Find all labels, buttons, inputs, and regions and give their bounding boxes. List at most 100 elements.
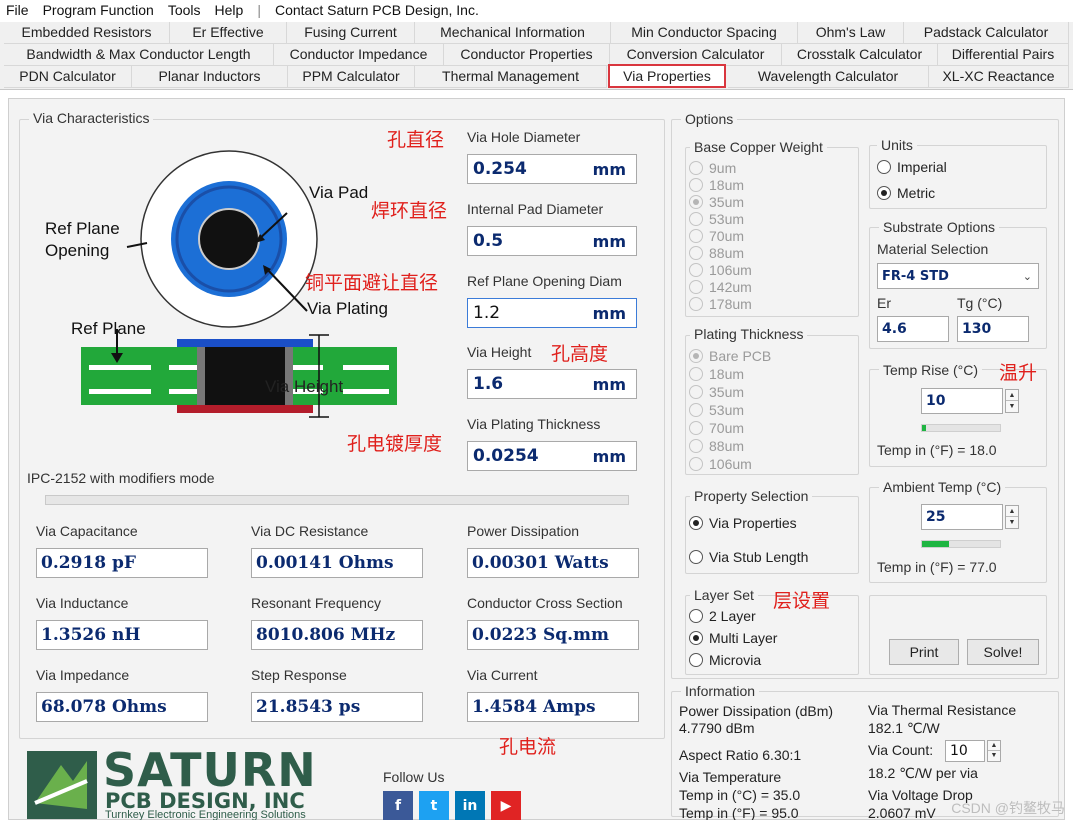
tab-planar-inductors[interactable]: Planar Inductors (132, 66, 288, 88)
via-pad-label: Via Pad (309, 183, 369, 202)
tab-thermal-management[interactable]: Thermal Management (415, 66, 607, 88)
copper-35um-radio[interactable]: 35um (689, 194, 744, 210)
tab-conductor-impedance[interactable]: Conductor Impedance (274, 44, 444, 66)
radio-dot (689, 631, 703, 645)
spin-up-icon[interactable]: ▲ (1006, 390, 1018, 401)
plating-88um-radio[interactable]: 88um (689, 438, 744, 454)
copper-70um-radio[interactable]: 70um (689, 228, 744, 244)
radio-dot (689, 516, 703, 530)
copper-142um-radio[interactable]: 142um (689, 279, 752, 295)
via-temperature-label: Via Temperature (679, 769, 782, 785)
tab-padstack-calculator[interactable]: Padstack Calculator (904, 22, 1069, 44)
via-count-spinner[interactable]: ▲ ▼ (987, 740, 1001, 762)
radio-dot (689, 297, 703, 311)
information-title: Information (681, 683, 760, 699)
menu-program-function[interactable]: Program Function (43, 2, 154, 18)
microvia-radio[interactable]: Microvia (689, 652, 761, 668)
temp-rise-spinner[interactable]: ▲ ▼ (1005, 389, 1019, 413)
via-current-value: 1.4584 Amps (467, 692, 639, 722)
tab-mechanical-information[interactable]: Mechanical Information (415, 22, 611, 44)
plane-line (343, 389, 389, 394)
note-hole-diameter: 孔直径 (387, 129, 445, 151)
multi-layer-radio[interactable]: Multi Layer (689, 630, 777, 646)
copper-88um-radio[interactable]: 88um (689, 245, 744, 261)
tab-conductor-properties[interactable]: Conductor Properties (444, 44, 610, 66)
tab-min-conductor-spacing[interactable]: Min Conductor Spacing (611, 22, 798, 44)
tab-embedded-resistors[interactable]: Embedded Resistors (4, 22, 170, 44)
spin-up-icon[interactable]: ▲ (988, 741, 1000, 751)
copper-178um-radio[interactable]: 178um (689, 296, 752, 312)
two-layer-radio[interactable]: 2 Layer (689, 608, 756, 624)
via-height-input[interactable]: 1.6 mm (467, 369, 637, 399)
menu-tools[interactable]: Tools (168, 2, 201, 18)
note-temp-rise: 温升 (999, 362, 1038, 384)
copper-18um-radio[interactable]: 18um (689, 177, 744, 193)
spin-up-icon[interactable]: ▲ (1006, 506, 1018, 517)
radio-dot (689, 385, 703, 399)
via-properties-radio[interactable]: Via Properties (689, 515, 797, 531)
radio-label: Multi Layer (709, 630, 778, 646)
plating-53um-radio[interactable]: 53um (689, 402, 744, 418)
internal-pad-diameter-input[interactable]: 0.5 mm (467, 226, 637, 256)
plating-70um-radio[interactable]: 70um (689, 420, 744, 436)
radio-label: 178um (709, 296, 752, 312)
via-height-label: Via Height (467, 344, 532, 360)
radio-label: 9um (709, 160, 737, 176)
radio-label: 106um (709, 262, 752, 278)
spin-down-icon[interactable]: ▼ (1006, 517, 1018, 528)
spin-down-icon[interactable]: ▼ (1006, 401, 1018, 412)
youtube-icon[interactable]: ▶ (491, 791, 521, 820)
via-hole-diameter-value: 0.254 (473, 159, 527, 179)
copper-53um-radio[interactable]: 53um (689, 211, 744, 227)
ref-plane-opening-diam-input[interactable]: 1.2 mm (467, 298, 637, 328)
facebook-icon[interactable]: f (383, 791, 413, 820)
calculation-progress-bar (45, 495, 629, 505)
tg-input[interactable]: 130 (957, 316, 1029, 342)
via-stub-length-radio[interactable]: Via Stub Length (689, 549, 808, 565)
ref-plane-opening-diam-label: Ref Plane Opening Diam (467, 273, 622, 289)
tab-differential-pairs[interactable]: Differential Pairs (938, 44, 1069, 66)
bottom-pad (177, 405, 313, 413)
menu-contact[interactable]: Contact Saturn PCB Design, Inc. (275, 2, 479, 18)
temp-rise-input[interactable]: 10 (921, 388, 1003, 414)
print-button[interactable]: Print (889, 639, 959, 665)
follow-us-label: Follow Us (383, 769, 445, 785)
tab-conversion-calculator[interactable]: Conversion Calculator (610, 44, 782, 66)
ambient-temp-spinner[interactable]: ▲ ▼ (1005, 505, 1019, 529)
via-count-input[interactable]: 10 (945, 740, 985, 762)
ambient-temp-input[interactable]: 25 (921, 504, 1003, 530)
tab-ppm-calculator[interactable]: PPM Calculator (288, 66, 415, 88)
note-pad-diameter: 焊环直径 (371, 200, 448, 222)
tab-via-properties[interactable]: Via Properties (608, 64, 726, 88)
tab-wavelength-calculator[interactable]: Wavelength Calculator (728, 66, 929, 88)
solve-button[interactable]: Solve! (967, 639, 1039, 665)
tab-er-effective[interactable]: Er Effective (170, 22, 287, 44)
copper-106um-radio[interactable]: 106um (689, 262, 752, 278)
material-select[interactable]: FR-4 STD ⌄ (877, 263, 1039, 289)
tab-pdn-calculator[interactable]: PDN Calculator (4, 66, 132, 88)
ambient-temp-title: Ambient Temp (°C) (879, 479, 1006, 495)
plating-bare-radio[interactable]: Bare PCB (689, 348, 771, 364)
tab-crosstalk-calculator[interactable]: Crosstalk Calculator (782, 44, 938, 66)
twitter-icon[interactable]: t (419, 791, 449, 820)
spin-down-icon[interactable]: ▼ (988, 751, 1000, 761)
metric-radio[interactable]: Metric (877, 185, 935, 201)
tab-bandwidth[interactable]: Bandwidth & Max Conductor Length (4, 44, 274, 66)
copper-9um-radio[interactable]: 9um (689, 160, 736, 176)
plating-18um-radio[interactable]: 18um (689, 366, 744, 382)
tg-label: Tg (°C) (957, 295, 1003, 311)
tab-fusing-current[interactable]: Fusing Current (287, 22, 415, 44)
menu-help[interactable]: Help (215, 2, 244, 18)
via-inductance-value: 1.3526 nH (36, 620, 208, 650)
plating-35um-radio[interactable]: 35um (689, 384, 744, 400)
plating-106um-radio[interactable]: 106um (689, 456, 752, 472)
linkedin-icon[interactable]: in (455, 791, 485, 820)
via-hole-diameter-input[interactable]: 0.254 mm (467, 154, 637, 184)
via-plating-thickness-input[interactable]: 0.0254 mm (467, 441, 637, 471)
tab-ohms-law[interactable]: Ohm's Law (798, 22, 904, 44)
er-input[interactable]: 4.6 (877, 316, 949, 342)
menu-file[interactable]: File (6, 2, 29, 18)
plane-line (89, 389, 151, 394)
imperial-radio[interactable]: Imperial (877, 159, 947, 175)
tab-xl-xc-reactance[interactable]: XL-XC Reactance (929, 66, 1069, 88)
